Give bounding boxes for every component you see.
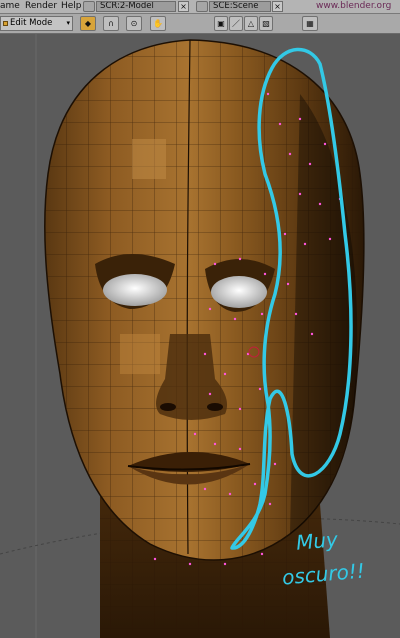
menu-help[interactable]: Help	[61, 0, 82, 13]
render-icon: ▦	[306, 19, 314, 28]
viewport-canvas	[0, 34, 400, 638]
draw-type-button[interactable]: ◆	[80, 16, 96, 31]
top-menu-bar: ame Render Help SCR:2-Model × SCE:Scene …	[0, 0, 400, 24]
hand-icon: ✋	[153, 19, 163, 28]
edit-mode-cube-icon	[3, 21, 8, 26]
pivot-button[interactable]: ⊙	[126, 16, 142, 31]
mode-label: Edit Mode	[10, 18, 53, 28]
layer-toggle-button[interactable]: ✋	[150, 16, 166, 31]
3d-viewport[interactable]: Muy oscuro!!	[0, 34, 400, 638]
scene-browse-button[interactable]	[196, 1, 208, 12]
right-nostril	[207, 403, 223, 411]
screen-browse-button[interactable]	[83, 1, 95, 12]
forehead-highlight	[132, 139, 166, 179]
vertex-select-button[interactable]: ▣	[214, 16, 228, 31]
scene-delete-button[interactable]: ×	[272, 1, 283, 12]
render-button[interactable]: ▦	[302, 16, 318, 31]
vertex-select-icon: ▣	[217, 19, 225, 28]
left-eyeball	[103, 274, 167, 306]
chevron-down-icon: ▾	[66, 19, 70, 27]
annotation-text-line1: Muy	[295, 527, 339, 555]
occlude-icon: ▧	[262, 19, 270, 28]
edge-select-icon: ／	[232, 19, 240, 28]
face-select-button[interactable]: △	[244, 16, 258, 31]
scene-name-field[interactable]: SCE:Scene	[209, 1, 271, 12]
left-nostril	[160, 403, 176, 411]
right-eyeball	[211, 276, 267, 308]
orbit-button[interactable]: ∩	[103, 16, 119, 31]
close-icon: ×	[274, 2, 281, 11]
mode-select-menu[interactable]: Edit Mode ▾	[0, 16, 73, 31]
orbit-icon: ∩	[108, 19, 114, 28]
cheek-highlight	[120, 334, 160, 374]
face-select-icon: △	[247, 19, 255, 28]
screen-name-field[interactable]: SCR:2-Model	[96, 1, 176, 12]
view3d-header: Edit Mode ▾ ◆ ∩ ⊙ ✋ ▣ ／ △ ▧ ▦	[0, 14, 400, 34]
screen-delete-button[interactable]: ×	[178, 1, 189, 12]
blender-window: ame Render Help SCR:2-Model × SCE:Scene …	[0, 0, 400, 638]
pivot-icon: ⊙	[130, 19, 138, 28]
menu-render[interactable]: Render	[25, 0, 57, 13]
edge-select-button[interactable]: ／	[229, 16, 243, 31]
close-icon: ×	[180, 2, 187, 11]
occlude-button[interactable]: ▧	[259, 16, 273, 31]
solid-shading-icon: ◆	[84, 19, 92, 28]
menu-file[interactable]: ame	[0, 0, 20, 13]
